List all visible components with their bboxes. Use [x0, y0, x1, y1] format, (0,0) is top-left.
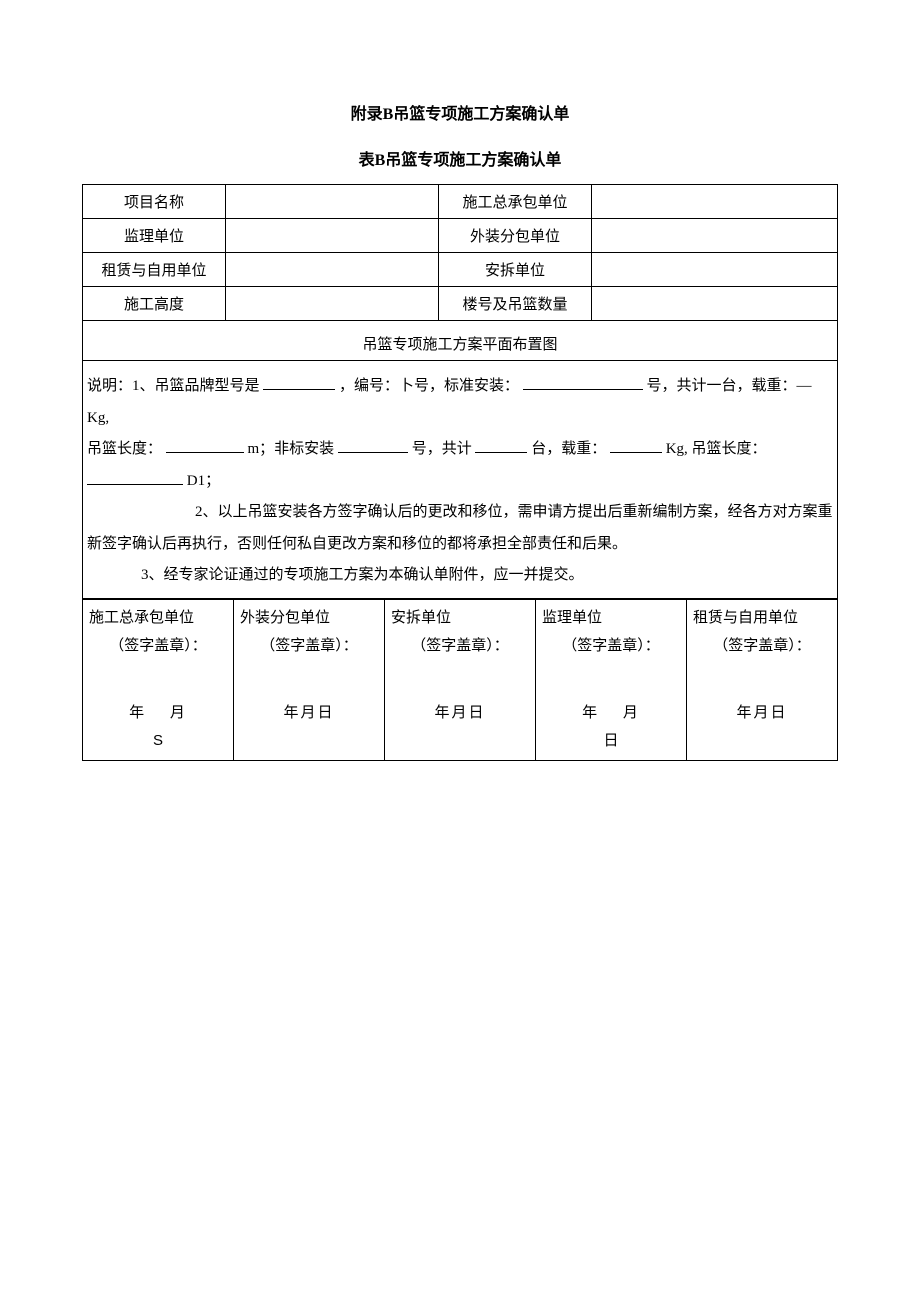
explain-line-3: 2、以上吊篮安装各方签字确认后的更改和移位，需申请方提出后重新编制方案，经各方对… — [87, 504, 833, 552]
explain-line-2: 吊篮长度： m；非标安装 号，共计 台，载重： Kg, 吊篮长度： D1； — [87, 441, 767, 489]
label-lease-selfuse: 租赁与自用单位 — [83, 253, 226, 287]
layout-title: 吊篮专项施工方案平面布置图 — [362, 337, 557, 353]
label-general-contractor: 施工总承包单位 — [439, 185, 592, 219]
blank-line — [87, 469, 183, 485]
text-fragment: Kg, 吊篮长度： — [666, 441, 767, 457]
label-supervisor: 监理单位 — [83, 219, 226, 253]
explain-line-1: 说明：1、吊篮品牌型号是 ，编号：卜号，标准安装： 号，共计一台，载重：—Kg, — [87, 378, 812, 426]
text-fragment: 号，共计 — [412, 441, 472, 457]
sign-date: 年月日 — [238, 699, 380, 728]
text-fragment: D1； — [187, 473, 220, 489]
sign-unit-label: 监理单位 — [540, 604, 682, 633]
value-exterior-sub — [592, 219, 838, 253]
explanation-cell: 说明：1、吊篮品牌型号是 ，编号：卜号，标准安装： 号，共计一台，载重：—Kg,… — [83, 361, 838, 599]
doc-title: 附录B吊篮专项施工方案确认单 — [82, 100, 838, 124]
table-row: 施工高度 楼号及吊篮数量 — [83, 287, 838, 321]
value-supervisor — [226, 219, 439, 253]
sign-extra-ri: 日 — [540, 727, 682, 756]
label-building-qty: 楼号及吊篮数量 — [439, 287, 592, 321]
table-row: 租赁与自用单位 安拆单位 — [83, 253, 838, 287]
sign-unit-label: 租赁与自用单位 — [691, 604, 833, 633]
signature-table: 施工总承包单位 （签字盖章）： 年 月 S 外装分包单位 （签字盖章）： 年月日… — [82, 599, 838, 761]
sign-unit-label: 外装分包单位 — [238, 604, 380, 633]
sign-col-exterior: 外装分包单位 （签字盖章）： 年月日 — [234, 599, 385, 760]
table-row: 说明：1、吊篮品牌型号是 ，编号：卜号，标准安装： 号，共计一台，载重：—Kg,… — [83, 361, 838, 599]
sign-date: 年月日 — [389, 699, 531, 728]
sign-date: 年 月 — [540, 699, 682, 728]
sign-col-install: 安拆单位 （签字盖章）： 年月日 — [385, 599, 536, 760]
table-row: 吊篮专项施工方案平面布置图 — [83, 321, 838, 361]
sign-date: 年月日 — [691, 699, 833, 728]
text-fragment: 吊篮长度： — [87, 441, 162, 457]
table-row: 项目名称 施工总承包单位 — [83, 185, 838, 219]
label-project-name: 项目名称 — [83, 185, 226, 219]
blank-line — [338, 437, 408, 453]
sign-unit-label: 施工总承包单位 — [87, 604, 229, 633]
sign-col-contractor: 施工总承包单位 （签字盖章）： 年 月 S — [83, 599, 234, 760]
blank-line — [475, 437, 527, 453]
info-table: 项目名称 施工总承包单位 监理单位 外装分包单位 租赁与自用单位 安拆单位 施工… — [82, 184, 838, 599]
value-height — [226, 287, 439, 321]
text-fragment: 台，载重： — [531, 441, 606, 457]
sign-extra-s: S — [87, 727, 229, 756]
label-exterior-sub: 外装分包单位 — [439, 219, 592, 253]
label-height: 施工高度 — [83, 287, 226, 321]
text-fragment: 说明：1、吊篮品牌型号是 — [87, 378, 260, 394]
blank-line — [263, 374, 335, 390]
sign-stamp-label: （签字盖章）： — [540, 632, 682, 661]
value-lease-selfuse — [226, 253, 439, 287]
blank-line — [523, 374, 643, 390]
blank-line — [166, 437, 244, 453]
table-row: 施工总承包单位 （签字盖章）： 年 月 S 外装分包单位 （签字盖章）： 年月日… — [83, 599, 838, 760]
sign-col-lease: 租赁与自用单位 （签字盖章）： 年月日 — [687, 599, 838, 760]
sign-stamp-label: （签字盖章）： — [87, 632, 229, 661]
blank-line — [610, 437, 662, 453]
value-general-contractor — [592, 185, 838, 219]
sign-col-supervisor: 监理单位 （签字盖章）： 年 月 日 — [536, 599, 687, 760]
doc-subtitle: 表B吊篮专项施工方案确认单 — [82, 146, 838, 170]
explain-line-4: 3、经专家论证通过的专项施工方案为本确认单附件，应一并提交。 — [87, 560, 833, 592]
sign-stamp-label: （签字盖章）： — [238, 632, 380, 661]
layout-drawing-area: 吊篮专项施工方案平面布置图 — [83, 321, 838, 361]
value-install-dismantle — [592, 253, 838, 287]
text-fragment: ，编号：卜号，标准安装： — [339, 378, 519, 394]
value-project-name — [226, 185, 439, 219]
sign-stamp-label: （签字盖章）： — [691, 632, 833, 661]
table-row: 监理单位 外装分包单位 — [83, 219, 838, 253]
sign-unit-label: 安拆单位 — [389, 604, 531, 633]
text-fragment: m；非标安装 — [248, 441, 335, 457]
sign-date: 年 月 — [87, 699, 229, 728]
sign-stamp-label: （签字盖章）： — [389, 632, 531, 661]
value-building-qty — [592, 287, 838, 321]
label-install-dismantle: 安拆单位 — [439, 253, 592, 287]
